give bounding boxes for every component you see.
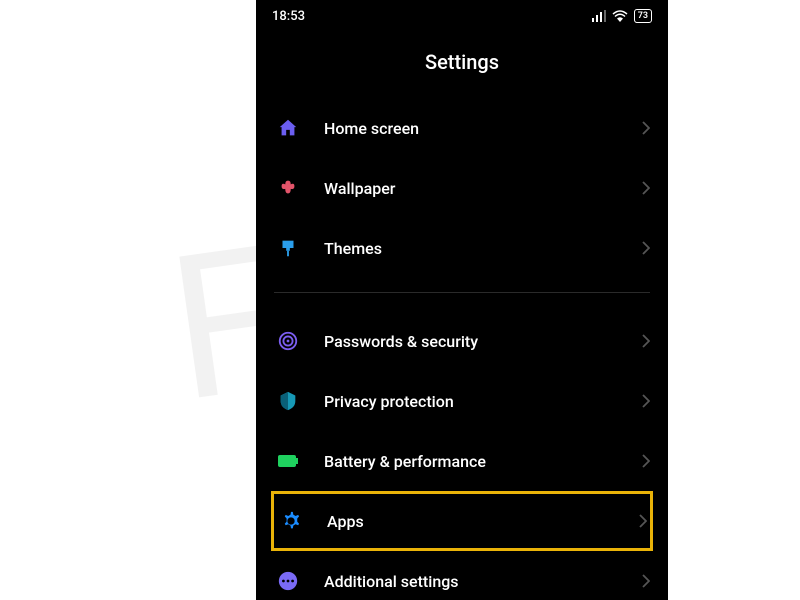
brush-icon — [274, 234, 302, 262]
item-label: Wallpaper — [324, 179, 642, 198]
battery-indicator: 73 — [634, 9, 652, 23]
battery-icon — [274, 447, 302, 475]
shield-icon — [274, 387, 302, 415]
fingerprint-icon — [274, 327, 302, 355]
home-icon — [274, 114, 302, 142]
dots-icon — [274, 567, 302, 595]
settings-item-battery-performance[interactable]: Battery & performance — [274, 431, 650, 491]
item-label: Apps — [327, 512, 639, 531]
signal-icon — [592, 10, 606, 22]
divider — [274, 292, 650, 293]
item-label: Home screen — [324, 119, 642, 138]
item-label: Privacy protection — [324, 392, 642, 411]
gear-icon — [277, 507, 305, 535]
status-time: 18:53 — [272, 9, 305, 24]
settings-item-apps[interactable]: Apps — [271, 491, 653, 551]
settings-item-wallpaper[interactable]: Wallpaper — [274, 158, 650, 218]
item-label: Battery & performance — [324, 452, 642, 471]
chevron-right-icon — [642, 334, 650, 348]
item-label: Themes — [324, 239, 642, 258]
settings-list: Home screen Wallpaper Themes Passwords &… — [256, 98, 668, 600]
flower-icon — [274, 174, 302, 202]
phone-screen: 18:53 73 Settings Home screen — [256, 0, 668, 600]
page-title: Settings — [256, 32, 668, 98]
chevron-right-icon — [642, 574, 650, 588]
status-bar: 18:53 73 — [256, 0, 668, 32]
item-label: Additional settings — [324, 572, 642, 591]
chevron-right-icon — [642, 394, 650, 408]
settings-item-themes[interactable]: Themes — [274, 218, 650, 278]
settings-item-privacy-protection[interactable]: Privacy protection — [274, 371, 650, 431]
chevron-right-icon — [642, 241, 650, 255]
settings-item-passwords-security[interactable]: Passwords & security — [274, 311, 650, 371]
chevron-right-icon — [642, 181, 650, 195]
chevron-right-icon — [642, 454, 650, 468]
status-icons: 73 — [592, 9, 652, 23]
settings-item-additional-settings[interactable]: Additional settings — [274, 551, 650, 600]
item-label: Passwords & security — [324, 332, 642, 351]
chevron-right-icon — [639, 514, 647, 528]
wifi-icon — [612, 10, 628, 22]
settings-item-home-screen[interactable]: Home screen — [274, 98, 650, 158]
chevron-right-icon — [642, 121, 650, 135]
